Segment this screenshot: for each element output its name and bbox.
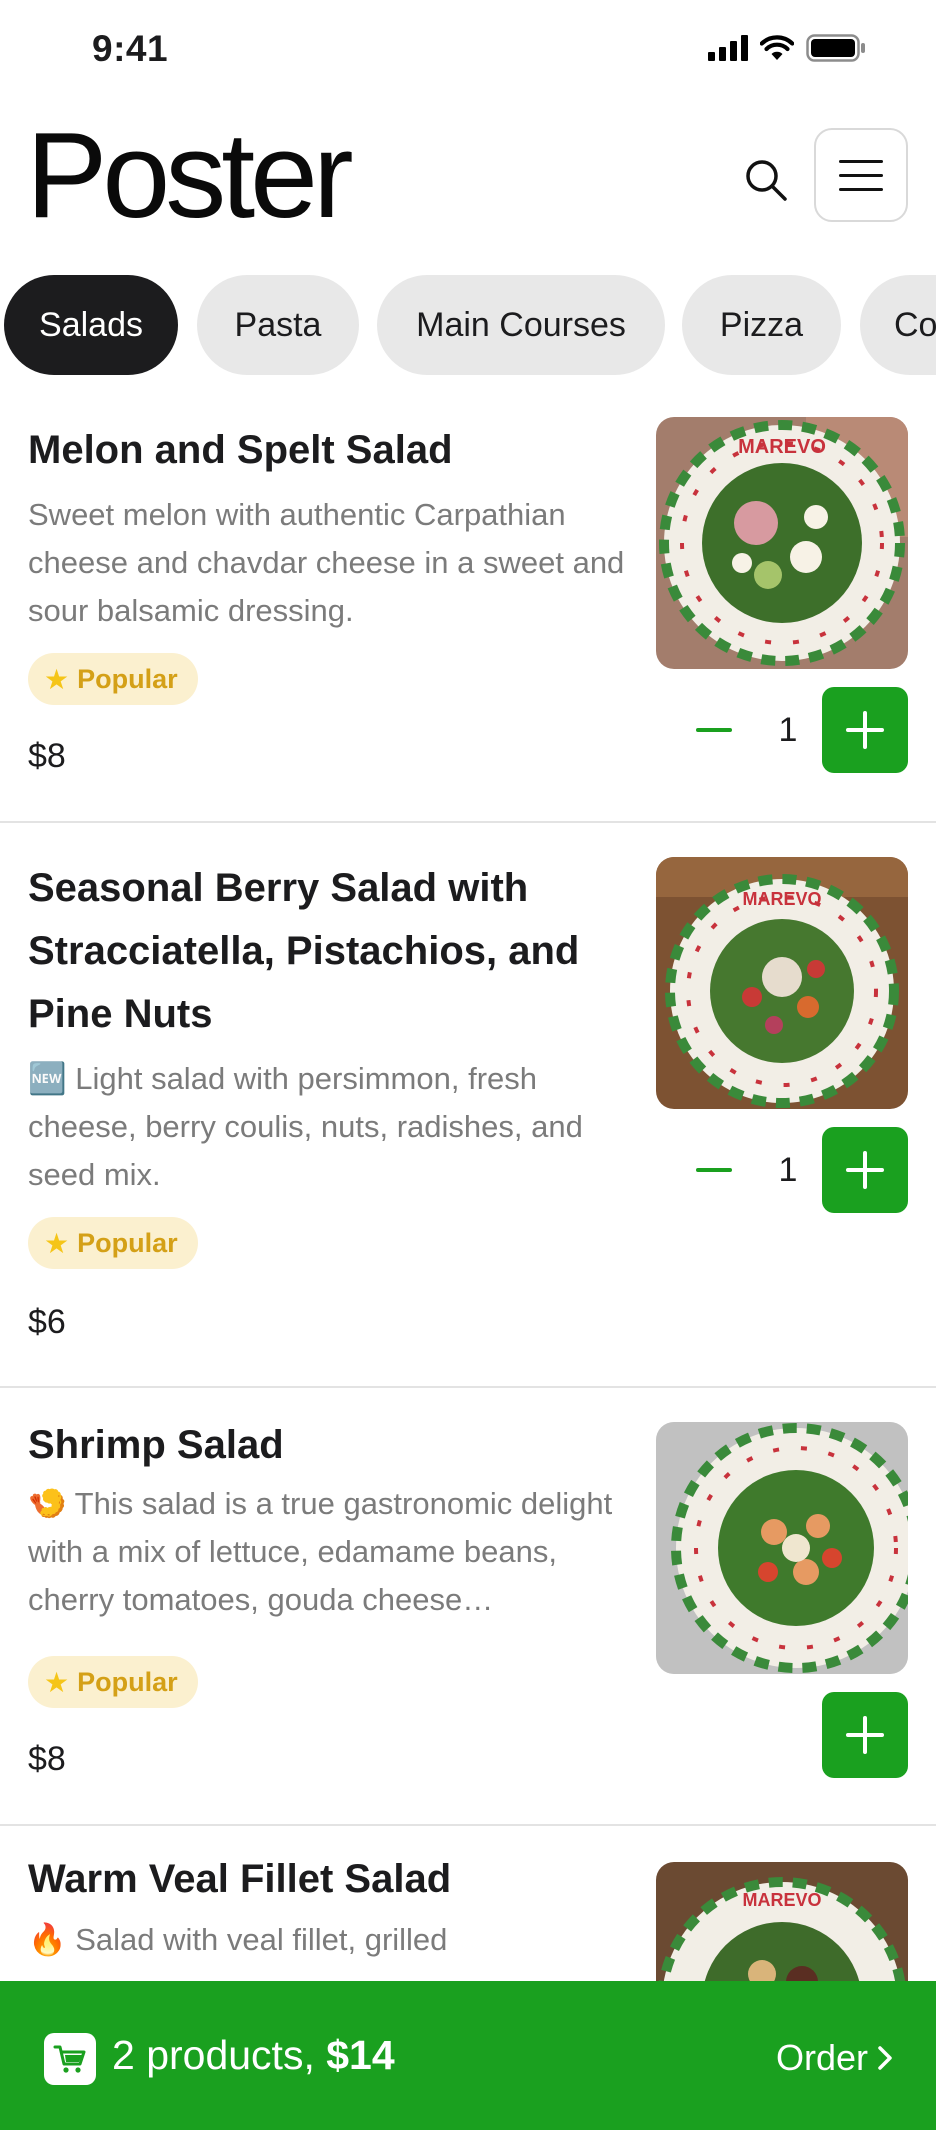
category-tab-more[interactable]: Co (860, 275, 936, 375)
plus-icon (846, 1716, 884, 1754)
quantity-value: 1 (778, 711, 798, 749)
product-price: $8 (28, 737, 66, 775)
product-description: 🍤 This salad is a true gastronomic delig… (28, 1486, 613, 1617)
search-icon (746, 160, 787, 201)
popular-badge: ★ Popular (28, 653, 198, 705)
category-tab-pizza[interactable]: Pizza (682, 275, 841, 375)
category-tab-main-courses[interactable]: Main Courses (377, 275, 665, 375)
app-header: Poster (0, 100, 936, 270)
product-photo[interactable] (656, 1422, 908, 1674)
decrease-quantity-button[interactable] (692, 1148, 736, 1192)
star-icon: ★ (44, 663, 70, 695)
product-description: 🔥 Salad with veal fillet, grilled (28, 1922, 448, 1957)
order-button[interactable]: Order (776, 2037, 894, 2079)
product-description: Sweet melon with authentic Carpathian ch… (28, 497, 625, 628)
status-bar: 9:41 (0, 0, 936, 100)
minus-icon (696, 728, 732, 732)
product-photo[interactable]: MAREVO (656, 1862, 908, 1981)
minus-icon (696, 1168, 732, 1172)
product-photo[interactable]: MAREVO (656, 857, 908, 1109)
decrease-quantity-button[interactable] (692, 708, 736, 752)
fire-icon: 🔥 (28, 1922, 67, 1957)
battery-icon (806, 34, 866, 62)
svg-text:MAREVO: MAREVO (742, 1890, 821, 1910)
add-to-cart-button[interactable] (822, 1692, 908, 1778)
product-card[interactable]: Melon and Spelt Salad Sweet melon with a… (0, 395, 936, 823)
category-tab-pasta[interactable]: Pasta (197, 275, 359, 375)
svg-text:MAREVO: MAREVO (742, 889, 821, 909)
search-button[interactable] (738, 152, 794, 208)
cart-summary: 2 products, $14 (112, 2032, 395, 2078)
star-icon: ★ (44, 1227, 70, 1259)
increase-quantity-button[interactable] (822, 687, 908, 773)
product-title: Melon and Spelt Salad (28, 428, 453, 472)
category-tab-salads[interactable]: Salads (4, 275, 178, 375)
increase-quantity-button[interactable] (822, 1127, 908, 1213)
shrimp-icon: 🍤 (28, 1486, 67, 1521)
product-card[interactable]: Shrimp Salad 🍤 This salad is a true gast… (0, 1388, 936, 1826)
status-icons (708, 34, 866, 62)
product-photo[interactable]: MAREVO (656, 417, 908, 669)
category-tabs: Salads Pasta Main Courses Pizza Co (0, 275, 936, 377)
cart-total: $14 (326, 2032, 395, 2078)
star-icon: ★ (44, 1666, 70, 1698)
product-price: $8 (28, 1740, 66, 1778)
plus-icon (846, 711, 884, 749)
product-title: Shrimp Salad (28, 1423, 284, 1467)
product-description: 🆕 Light salad with persimmon, fresh chee… (28, 1061, 583, 1192)
cart-bar[interactable]: 2 products, $14 Order (0, 1981, 936, 2130)
product-card[interactable]: Warm Veal Fillet Salad 🔥 Salad with veal… (0, 1826, 936, 1981)
svg-text:MAREVO: MAREVO (738, 436, 826, 458)
product-price: $6 (28, 1303, 66, 1341)
menu-icon (839, 159, 883, 163)
popular-badge: ★ Popular (28, 1217, 198, 1269)
wifi-icon (760, 35, 794, 61)
chevron-right-icon (878, 2046, 892, 2070)
product-title: Warm Veal Fillet Salad (28, 1857, 452, 1901)
cellular-signal-icon (708, 35, 748, 61)
cart-icon (44, 2033, 96, 2085)
product-title: Seasonal Berry Salad with Stracciatella,… (28, 866, 580, 1036)
quantity-value: 1 (778, 1151, 798, 1189)
product-card[interactable]: Seasonal Berry Salad with Stracciatella,… (0, 823, 936, 1388)
new-icon: 🆕 (28, 1061, 67, 1096)
plus-icon (846, 1151, 884, 1189)
menu-button[interactable] (814, 128, 908, 222)
popular-badge: ★ Popular (28, 1656, 198, 1708)
app-logo: Poster (26, 107, 354, 243)
status-time: 9:41 (92, 28, 169, 69)
